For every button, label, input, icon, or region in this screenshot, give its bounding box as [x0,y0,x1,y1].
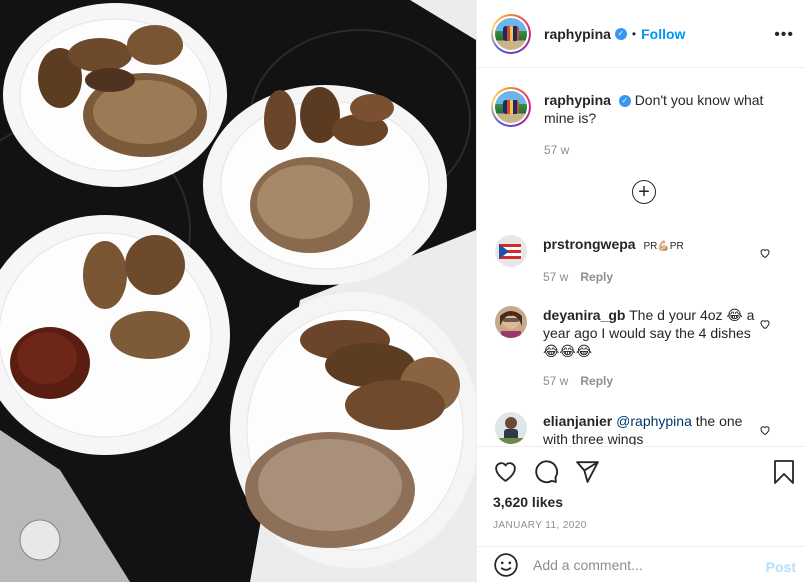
reply-button[interactable]: Reply [580,270,613,284]
save-button[interactable] [772,459,796,485]
caption-text-block: raphypina ✓ Don't you know what mine is? [544,87,784,127]
comment-like-heart-icon[interactable] [759,318,771,330]
caption-avatar[interactable] [491,87,531,127]
comment-username[interactable]: prstrongwepa [543,236,636,252]
comment-time[interactable]: 57 w [543,270,568,284]
load-more-icon[interactable]: + [632,180,656,204]
comment-avatar[interactable] [495,306,527,338]
comment-meta: 57 w Reply [543,372,763,390]
comment-item: elianjanier @raphypina the one with thre… [491,412,791,445]
comment-icon[interactable] [534,459,559,484]
comment-item: deyanira_gb The d your 4oz 😂 a year ago … [491,306,791,390]
comment-avatar[interactable] [495,412,527,444]
likes-count[interactable]: 3,620 likes [493,494,563,510]
comments-section[interactable]: raphypina ✓ Don't you know what mine is?… [477,69,805,445]
food-photo-illustration [0,0,476,582]
comment-text: PR💪🏼PR [643,241,684,252]
comment-like-heart-icon[interactable] [759,247,771,259]
post-comment-button[interactable]: Post [766,559,796,575]
share-icon[interactable] [575,459,600,484]
comment-username[interactable]: deyanira_gb [543,307,625,323]
reply-button[interactable]: Reply [580,374,613,388]
caption: raphypina ✓ Don't you know what mine is?… [491,87,791,157]
emoji-icon[interactable] [493,552,519,578]
post-date: JANUARY 11, 2020 [493,520,587,531]
author-avatar[interactable] [491,13,531,54]
comment-mention[interactable]: @raphypina [616,413,692,429]
caption-time[interactable]: 57 w [544,143,569,157]
comment-like-heart-icon[interactable] [759,424,771,436]
comment-input[interactable]: Add a comment... [533,557,643,573]
heart-icon[interactable] [493,459,518,484]
caption-username[interactable]: raphypina [544,92,611,108]
comment-username[interactable]: elianjanier [543,413,612,429]
action-bar: 3,620 likes JANUARY 11, 2020 [477,446,805,546]
action-icons [493,459,600,484]
verified-icon: ✓ [614,27,627,40]
comment-item: prstrongwepa PR💪🏼PR 57 w Reply [491,235,791,286]
post-photo[interactable] [0,0,476,582]
more-options-icon[interactable]: ••• [774,26,794,44]
add-comment-bar: Add a comment... Post [477,546,805,582]
comment-time[interactable]: 57 w [543,374,568,388]
comment-avatar[interactable] [495,235,527,267]
post-container: raphypina ✓ • Follow ••• raphypina ✓ Don… [0,0,805,582]
post-details-panel: raphypina ✓ • Follow ••• raphypina ✓ Don… [476,0,805,582]
verified-icon: ✓ [618,95,631,108]
post-header: raphypina ✓ • Follow ••• [477,0,805,68]
comment-meta: 57 w Reply [543,268,763,286]
follow-button[interactable]: Follow [641,26,685,42]
separator-dot: • [631,26,637,41]
author-username[interactable]: raphypina [544,26,611,42]
bookmark-icon[interactable] [772,459,796,485]
